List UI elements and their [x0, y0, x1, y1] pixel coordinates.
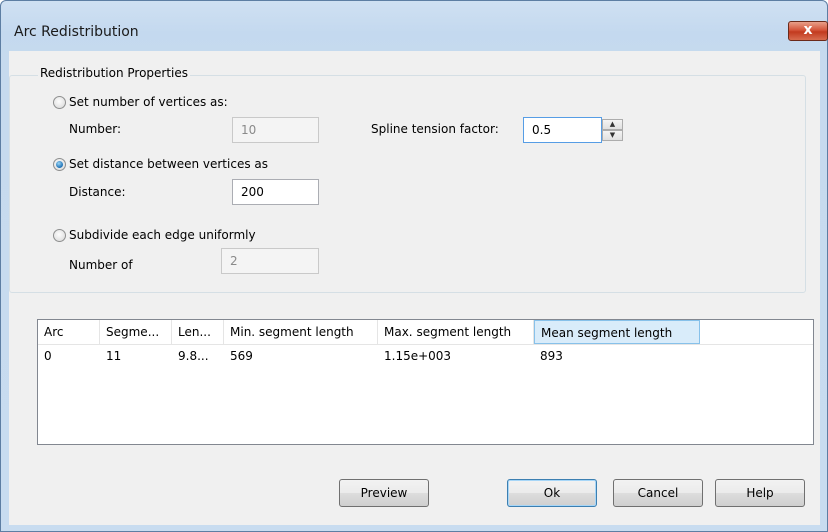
group-legend: Redistribution Properties	[38, 66, 191, 80]
number-label: Number:	[69, 122, 122, 136]
cell-min-segment: 569	[230, 349, 253, 363]
distance-radio-label[interactable]: Set distance between vertices as	[69, 157, 268, 171]
spline-tension-spinner[interactable]: ▲ ▼	[602, 119, 623, 141]
window-title: Arc Redistribution	[14, 24, 139, 40]
column-header-segments[interactable]: Segme...	[100, 320, 172, 344]
table-header: Arc Segme... Len... Min. segment length …	[38, 320, 813, 345]
title-bar[interactable]: Arc Redistribution x	[1, 1, 828, 41]
cell-length: 9.8...	[178, 349, 209, 363]
column-header-mean-segment[interactable]: Mean segment length	[534, 320, 700, 344]
cell-segments: 11	[106, 349, 122, 363]
cancel-button[interactable]: Cancel	[613, 479, 703, 507]
subdivide-radio-label[interactable]: Subdivide each edge uniformly	[69, 228, 256, 242]
table-row[interactable]: 0 11 9.8... 569 1.15e+003 893	[38, 346, 813, 366]
preview-button[interactable]: Preview	[339, 479, 429, 507]
vertices-radio[interactable]	[53, 96, 66, 109]
cell-arc: 0	[44, 349, 52, 363]
number-of-field[interactable]: 2	[221, 248, 319, 274]
ok-button[interactable]: Ok	[507, 479, 597, 507]
subdivide-radio[interactable]	[53, 229, 66, 242]
column-header-arc[interactable]: Arc	[38, 320, 100, 344]
vertices-radio-label[interactable]: Set number of vertices as:	[69, 95, 228, 109]
column-header-max-segment[interactable]: Max. segment length	[378, 320, 534, 344]
dialog-body: Redistribution Properties Set number of …	[9, 51, 820, 525]
spline-tension-input[interactable]: 0.5	[523, 117, 602, 143]
number-of-label: Number of	[69, 258, 133, 272]
spin-up-icon[interactable]: ▲	[602, 119, 623, 130]
distance-radio[interactable]	[53, 158, 66, 171]
close-button[interactable]: x	[788, 21, 828, 41]
arc-stats-table[interactable]: Arc Segme... Len... Min. segment length …	[37, 319, 814, 445]
cell-max-segment: 1.15e+003	[384, 349, 452, 363]
column-header-length[interactable]: Len...	[172, 320, 224, 344]
help-button[interactable]: Help	[715, 479, 805, 507]
distance-field[interactable]: 200	[232, 179, 319, 205]
spin-down-icon[interactable]: ▼	[602, 130, 623, 141]
distance-label: Distance:	[69, 185, 126, 199]
spline-tension-label: Spline tension factor:	[371, 122, 499, 136]
cell-mean-segment: 893	[540, 349, 563, 363]
column-header-min-segment[interactable]: Min. segment length	[224, 320, 378, 344]
number-field[interactable]: 10	[232, 117, 319, 143]
dialog-window: Arc Redistribution x Redistribution Prop…	[0, 0, 828, 532]
close-icon: x	[803, 22, 813, 38]
